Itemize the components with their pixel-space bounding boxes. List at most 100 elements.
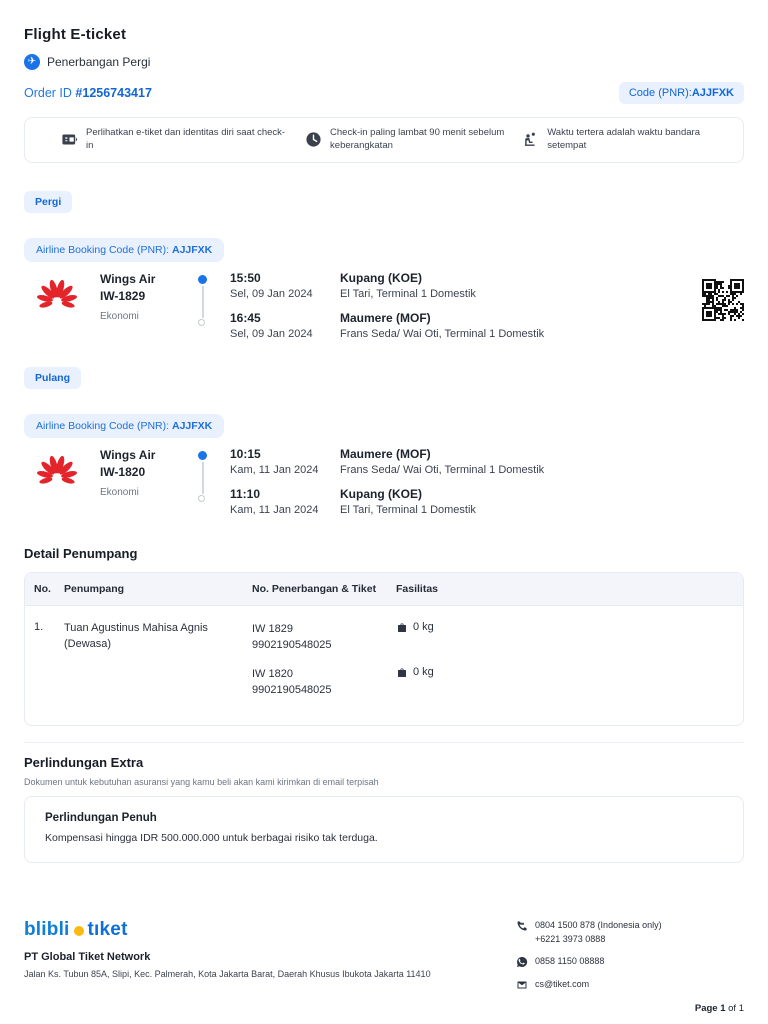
protection-card-title: Perlindungan Penuh	[45, 811, 157, 824]
table-header-row: No. Penumpang No. Penerbangan & Tiket Fa…	[25, 572, 743, 606]
cabin-class: Ekonomi	[100, 310, 139, 322]
departure-city: Maumere (MOF)	[340, 446, 431, 461]
airport-time-icon	[525, 132, 536, 147]
flight-card-pergi: Wings Air IW-1829 Ekonomi 15:50 Sel, 09 …	[24, 271, 744, 340]
table-row: 1. Tuan Agustinus Mahisa Agnis (Dewasa) …	[25, 606, 743, 725]
contact-line: cs@tiket.com	[535, 978, 590, 989]
departure-leg: 15:50 Sel, 09 Jan 2024 Kupang (KOE) El T…	[230, 271, 744, 300]
booking-code-pill: Airline Booking Code (PNR): AJJFXK	[24, 413, 744, 438]
arrival-airport: El Tari, Terminal 1 Domestik	[340, 503, 476, 516]
trip-type-label: Penerbangan Pergi	[47, 55, 151, 69]
baggage-facility: 0 kg	[396, 621, 743, 666]
departure-city: Kupang (KOE)	[340, 270, 422, 285]
contact-line: 0804 1500 878 (Indonesia only)	[535, 920, 662, 930]
booking-code-label: Airline Booking Code (PNR):	[36, 419, 170, 432]
tiket-wordmark: tıket	[87, 919, 128, 940]
passenger-no: 1.	[34, 620, 44, 633]
passenger-table: No. Penumpang No. Penerbangan & Tiket Fa…	[24, 571, 744, 726]
contact-whatsapp: 0858 1150 08888	[516, 955, 744, 969]
protection-section-title: Perlindungan Extra	[24, 754, 144, 770]
order-row: Order ID #1256743417 Code (PNR):AJJFXK	[24, 82, 744, 104]
departure-date: Kam, 11 Jan 2024	[230, 463, 319, 476]
airline-name: Wings Air	[100, 447, 156, 462]
arrival-airport: Frans Seda/ Wai Oti, Terminal 1 Domestik	[340, 327, 545, 340]
arrival-leg: 16:45 Sel, 09 Jan 2024 Maumere (MOF) Fra…	[230, 311, 744, 340]
departure-dot	[198, 450, 207, 460]
route-timeline	[192, 447, 230, 516]
baggage-icon	[398, 623, 406, 632]
notice-text: Waktu tertera adalah waktu bandara setem…	[547, 127, 700, 151]
direction-badge: Pulang	[24, 366, 82, 389]
company-address: Jalan Ks. Tubun 85A, Slipi, Kec. Palmera…	[24, 969, 431, 979]
arrival-time: 16:45	[230, 310, 261, 325]
cabin-class: Ekonomi	[100, 486, 139, 498]
baggage-value: 0 kg	[413, 620, 434, 633]
arrival-date: Sel, 09 Jan 2024	[230, 327, 313, 340]
pnr-pill-value: AJJFXK	[691, 87, 734, 99]
email-icon	[517, 981, 527, 988]
airline-name: Wings Air	[100, 271, 156, 286]
arrival-city: Kupang (KOE)	[340, 486, 422, 501]
phone-icon	[517, 921, 527, 931]
protection-subtext: Dokumen untuk kebutuhan asuransi yang ka…	[24, 776, 379, 787]
flight-number: IW-1829	[100, 288, 146, 303]
baggage-value: 0 kg	[413, 665, 434, 678]
eticket-id-icon	[62, 134, 78, 145]
col-no: No.	[34, 582, 51, 595]
notice-item: Waktu tertera adalah waktu bandara setem…	[522, 127, 729, 153]
baggage-facility: 0 kg	[396, 666, 743, 711]
booking-code-value: AJJFXK	[171, 243, 213, 256]
notice-item: Check-in paling lambat 90 menit sebelum …	[305, 127, 522, 153]
arrival-leg: 11:10 Kam, 11 Jan 2024 Kupang (KOE) El T…	[230, 487, 744, 516]
arrival-date: Kam, 11 Jan 2024	[230, 503, 319, 516]
contact-phone: 0804 1500 878 (Indonesia only) +6221 397…	[516, 919, 744, 946]
blibli-wordmark: blibli	[24, 919, 70, 940]
order-id-value: #1256743417	[75, 86, 152, 100]
arrival-ring	[198, 494, 205, 502]
notice-text: Perlihatkan e-tiket dan identitas diri s…	[86, 127, 286, 151]
ticket-flight: IW 1829	[252, 622, 293, 635]
passenger-section-title: Detail Penumpang	[24, 545, 138, 561]
notice-bar: Perlihatkan e-tiket dan identitas diri s…	[24, 117, 744, 163]
company-name: PT Global Tiket Network	[24, 951, 151, 963]
notice-text: Check-in paling lambat 90 menit sebelum …	[330, 127, 505, 151]
passenger-name: Tuan Agustinus Mahisa Agnis	[64, 621, 208, 634]
timeline-line	[202, 461, 204, 494]
ticket-number: 9902190548025	[252, 639, 332, 652]
ticket-group: IW 1820 9902190548025	[252, 666, 396, 699]
departure-leg: 10:15 Kam, 11 Jan 2024 Maumere (MOF) Fra…	[230, 447, 744, 476]
section-divider	[24, 741, 744, 743]
whatsapp-icon	[517, 956, 528, 967]
notice-item: Perlihatkan e-tiket dan identitas diri s…	[39, 127, 305, 153]
col-penumpang: Penumpang	[64, 582, 125, 595]
arrival-city: Maumere (MOF)	[340, 310, 431, 325]
trip-type-row: ✈ Penerbangan Pergi	[24, 54, 744, 70]
segment-pulang: Pulang	[24, 366, 744, 389]
booking-code-value: AJJFXK	[171, 419, 213, 432]
departure-airport: Frans Seda/ Wai Oti, Terminal 1 Domestik	[340, 463, 545, 476]
page-title: Flight E-ticket	[24, 26, 127, 43]
pnr-pill-label: Code (PNR):	[628, 87, 692, 99]
pnr-pill: Code (PNR):AJJFXK	[618, 82, 744, 104]
page-number: Page 1 of 1	[694, 1003, 744, 1014]
blibli-tiket-logo: blibli tıket	[24, 919, 431, 941]
direction-badge: Pergi	[24, 190, 73, 213]
passenger-type: (Dewasa)	[64, 637, 112, 650]
booking-code-pill: Airline Booking Code (PNR): AJJFXK	[24, 237, 744, 262]
segment-pergi: Pergi	[24, 190, 744, 213]
arrival-time: 11:10	[230, 486, 261, 501]
route-timeline	[192, 271, 230, 340]
col-fasilitas: Fasilitas	[396, 582, 439, 595]
eticket-page: Flight E-ticket ✈ Penerbangan Pergi Orde…	[0, 0, 768, 1024]
contact-line: 0858 1150 08888	[535, 956, 605, 966]
clock-icon	[306, 132, 321, 147]
departure-time: 15:50	[230, 270, 261, 285]
ticket-number: 9902190548025	[252, 684, 332, 697]
departure-plane-icon: ✈	[24, 54, 40, 70]
departure-date: Sel, 09 Jan 2024	[230, 287, 313, 300]
wings-air-logo	[37, 279, 77, 308]
ticket-group: IW 1829 9902190548025	[252, 621, 396, 654]
order-id: Order ID #1256743417	[24, 86, 152, 100]
col-tiket: No. Penerbangan & Tiket	[252, 582, 377, 595]
timeline-line	[202, 285, 204, 318]
